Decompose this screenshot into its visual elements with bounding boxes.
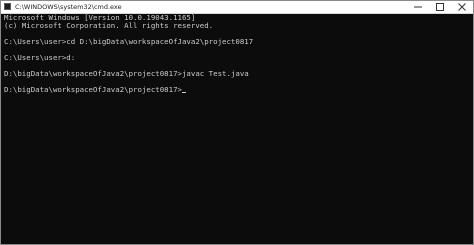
console-output[interactable]: Microsoft Windows [Version 10.0.19043.11… xyxy=(4,14,465,242)
console-prompt-line[interactable]: D:\bigData\workspaceOfJava2\project0817> xyxy=(4,86,465,94)
current-prompt: D:\bigData\workspaceOfJava2\project0817> xyxy=(4,85,182,94)
console-line-cd-command: C:\Users\user>cd D:\bigData\workspaceOfJ… xyxy=(4,37,254,46)
cmd-window: C:\WINDOWS\system32\cmd.exe Microsoft Wi… xyxy=(0,0,474,245)
minimize-icon xyxy=(414,6,422,8)
maximize-button[interactable] xyxy=(429,1,451,13)
text-cursor xyxy=(181,92,186,93)
vertical-scrollbar[interactable] xyxy=(466,14,472,242)
console-line-javac-command: D:\bigData\workspaceOfJava2\project0817>… xyxy=(4,69,249,78)
close-button[interactable] xyxy=(451,1,473,13)
title-bar[interactable]: C:\WINDOWS\system32\cmd.exe xyxy=(1,1,473,14)
minimize-button[interactable] xyxy=(407,1,429,13)
window-controls xyxy=(407,1,473,13)
close-icon xyxy=(458,3,466,11)
maximize-icon xyxy=(436,3,444,11)
cmd-icon xyxy=(4,3,11,10)
console-line-drive-command: C:\Users\user>d: xyxy=(4,53,76,62)
console-line-copyright: (c) Microsoft Corporation. All rights re… xyxy=(4,21,214,30)
window-title: C:\WINDOWS\system32\cmd.exe xyxy=(15,3,122,11)
